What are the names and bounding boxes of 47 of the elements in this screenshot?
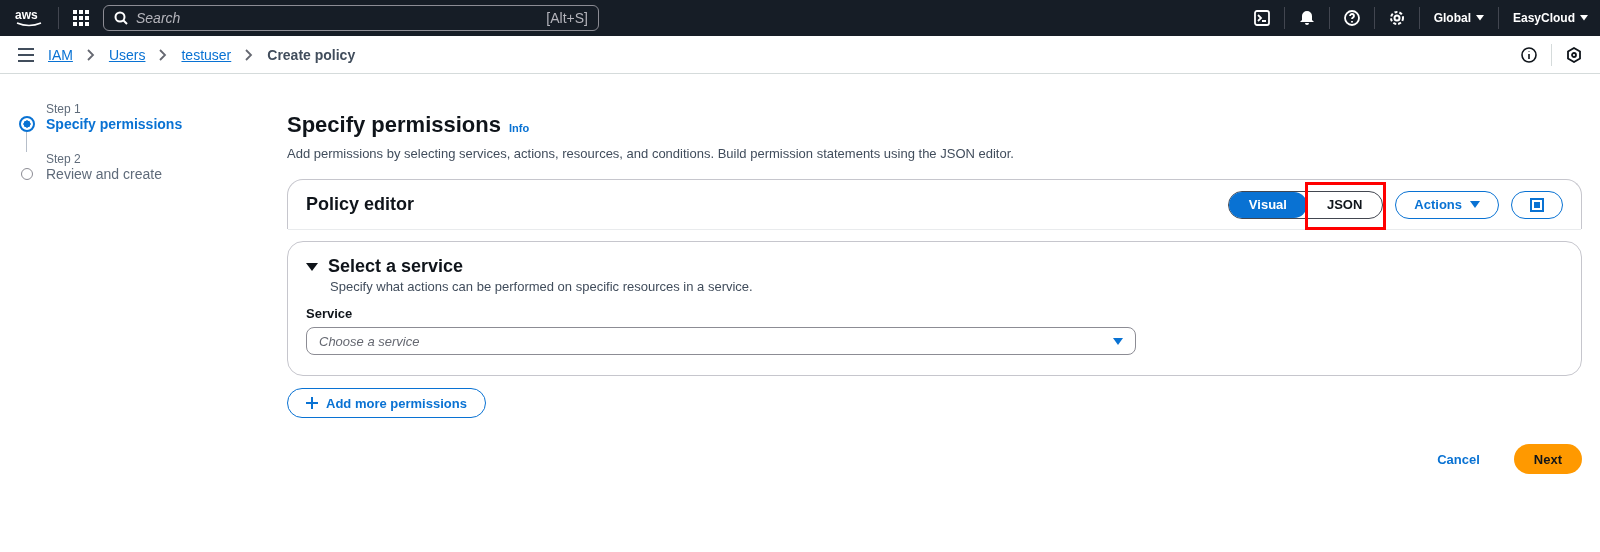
- add-permissions-button[interactable]: Add more permissions: [287, 388, 486, 418]
- actions-button[interactable]: Actions: [1395, 190, 1499, 219]
- page-title: Specify permissions: [287, 112, 501, 137]
- step-number: Step 2: [46, 152, 82, 166]
- mode-tab[interactable]: JSON: [1306, 191, 1383, 218]
- settings-icon[interactable]: [1388, 10, 1405, 26]
- step-label[interactable]: Review and create: [46, 166, 287, 182]
- caret-icon: [1476, 15, 1484, 21]
- chevron-right-icon: [245, 48, 254, 61]
- field-label: Service: [306, 306, 354, 321]
- search-field[interactable]: Search [Alt+S]: [103, 5, 599, 31]
- info-link[interactable]: Info: [509, 122, 530, 134]
- service-select[interactable]: Choose a service: [306, 327, 1136, 355]
- expand-caret-icon[interactable]: [306, 260, 318, 273]
- help-icon[interactable]: [1343, 10, 1360, 26]
- chevron-right-icon: [86, 48, 95, 61]
- caret-icon: [1470, 201, 1480, 208]
- terminal-icon[interactable]: [1253, 10, 1270, 26]
- account-menu[interactable]: EasyCloud: [1513, 11, 1588, 25]
- bell-icon[interactable]: [1298, 10, 1315, 26]
- breadcrumb-link[interactable]: testuser: [181, 46, 232, 63]
- section-title: Select a service: [328, 256, 464, 277]
- square-icon: [1530, 197, 1544, 212]
- chevron-right-icon: [159, 48, 168, 61]
- hexagon-icon[interactable]: [1566, 46, 1582, 63]
- page-description: Add permissions by selecting services, actions, resources, and conditions. Build permission statements using the JSON editor.: [287, 146, 1015, 161]
- search-icon: [114, 11, 128, 25]
- step-number: Step 1: [46, 102, 82, 116]
- breadcrumb-link[interactable]: IAM: [48, 46, 73, 63]
- aws-logo[interactable]: aws: [14, 8, 44, 28]
- section-title: Policy editor: [306, 194, 415, 215]
- shortcut-hint: [Alt+S]: [546, 10, 588, 26]
- fullscreen-button[interactable]: [1511, 190, 1563, 219]
- breadcrumb-current[interactable]: Create policy: [267, 46, 356, 63]
- info-icon[interactable]: [1521, 46, 1537, 63]
- region-menu[interactable]: Global: [1433, 11, 1484, 25]
- grid-menu-icon[interactable]: [73, 10, 89, 26]
- cancel-button[interactable]: Cancel: [1431, 450, 1486, 468]
- section-description: Specify what actions can be performed on specific resources in a service.: [330, 279, 754, 294]
- caret-icon: [1113, 337, 1123, 345]
- menu-icon[interactable]: [18, 47, 34, 62]
- caret-icon: [1580, 15, 1588, 21]
- plus-icon: [306, 397, 318, 409]
- next-button[interactable]: Next: [1513, 444, 1582, 474]
- step-label[interactable]: Specify permissions: [46, 116, 287, 132]
- mode-tab[interactable]: Visual: [1228, 191, 1307, 218]
- breadcrumb-link[interactable]: Users: [108, 46, 146, 63]
